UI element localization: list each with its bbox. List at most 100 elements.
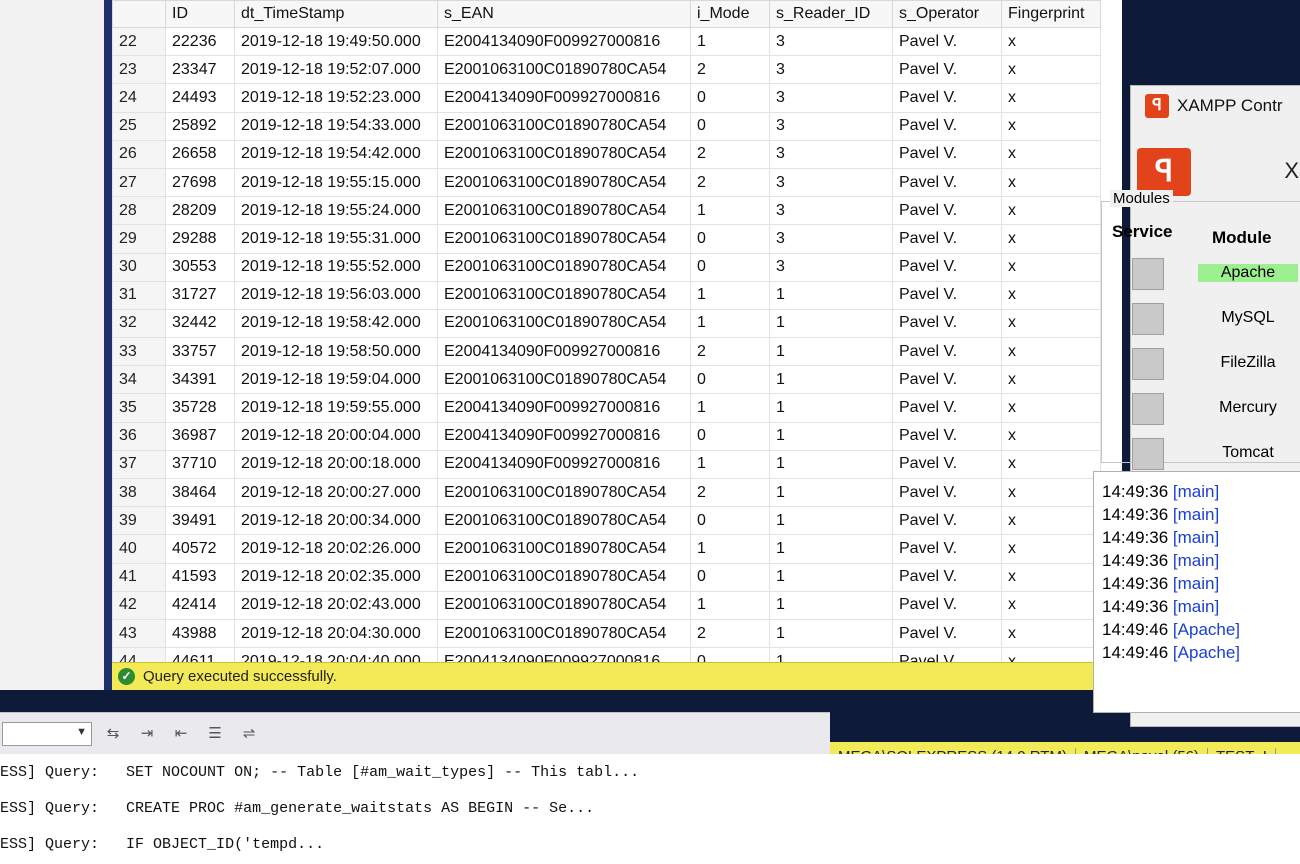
- cell-fingerprint[interactable]: x: [1001, 477, 1101, 508]
- cell-mode[interactable]: 1: [690, 280, 770, 310]
- cell-id[interactable]: 31727: [165, 280, 235, 310]
- cell-operator[interactable]: Pavel V.: [892, 449, 1002, 480]
- cell-reader[interactable]: 3: [769, 111, 893, 141]
- cell-reader[interactable]: 3: [769, 167, 893, 198]
- table-row[interactable]: 22 22236 2019-12-18 19:49:50.000 E200413409…: [112, 26, 1101, 57]
- cell-mode[interactable]: 2: [690, 337, 770, 367]
- cell-timestamp[interactable]: 2019-12-18 19:54:33.000: [234, 111, 438, 141]
- cell-mode[interactable]: 0: [690, 83, 770, 113]
- toolbar-dropdown[interactable]: ▼: [2, 722, 92, 746]
- cell-operator[interactable]: Pavel V.: [892, 534, 1002, 564]
- cell-fingerprint[interactable]: x: [1001, 534, 1101, 564]
- table-row[interactable]: 37 37710 2019-12-18 20:00:18.000 E200413409…: [112, 449, 1101, 480]
- cell-ean[interactable]: E2001063100C01890780CA54: [437, 224, 691, 254]
- cell-timestamp[interactable]: 2019-12-18 19:58:50.000: [234, 337, 438, 367]
- cell-ean[interactable]: E2004134090F009927000816: [437, 647, 691, 662]
- cell-mode[interactable]: 1: [690, 308, 770, 339]
- cell-id[interactable]: 37710: [165, 449, 235, 480]
- cell-timestamp[interactable]: 2019-12-18 19:55:24.000: [234, 196, 438, 226]
- cell-reader[interactable]: 3: [769, 139, 893, 169]
- table-row[interactable]: 33 33757 2019-12-18 19:58:50.000 E200413409…: [112, 337, 1101, 367]
- cell-rownum[interactable]: 36: [112, 421, 166, 451]
- cell-rownum[interactable]: 26: [112, 139, 166, 169]
- cell-ean[interactable]: E2001063100C01890780CA54: [437, 534, 691, 564]
- cell-fingerprint[interactable]: x: [1001, 167, 1101, 198]
- cell-timestamp[interactable]: 2019-12-18 20:00:34.000: [234, 506, 438, 536]
- cell-fingerprint[interactable]: x: [1001, 421, 1101, 451]
- cell-reader[interactable]: 3: [769, 252, 893, 282]
- table-row[interactable]: 30 30553 2019-12-18 19:55:52.000 E200106310…: [112, 252, 1101, 282]
- cell-fingerprint[interactable]: x: [1001, 337, 1101, 367]
- cell-mode[interactable]: 2: [690, 618, 770, 649]
- cell-mode[interactable]: 0: [690, 421, 770, 451]
- cell-id[interactable]: 39491: [165, 506, 235, 536]
- table-row[interactable]: 28 28209 2019-12-18 19:55:24.000 E200106310…: [112, 196, 1101, 226]
- cell-rownum[interactable]: 37: [112, 449, 166, 480]
- cell-operator[interactable]: Pavel V.: [892, 506, 1002, 536]
- cell-reader[interactable]: 1: [769, 421, 893, 451]
- cell-timestamp[interactable]: 2019-12-18 19:52:07.000: [234, 55, 438, 85]
- cell-rownum[interactable]: 35: [112, 393, 166, 423]
- cell-operator[interactable]: Pavel V.: [892, 562, 1002, 592]
- cell-timestamp[interactable]: 2019-12-18 19:52:23.000: [234, 83, 438, 113]
- cell-ean[interactable]: E2004134090F009927000816: [437, 337, 691, 367]
- cell-reader[interactable]: 1: [769, 647, 893, 662]
- cell-fingerprint[interactable]: x: [1001, 111, 1101, 141]
- cell-timestamp[interactable]: 2019-12-18 19:59:04.000: [234, 365, 438, 395]
- header-reader-id[interactable]: s_Reader_ID: [769, 0, 893, 28]
- cell-reader[interactable]: 3: [769, 83, 893, 113]
- cell-rownum[interactable]: 22: [112, 26, 166, 57]
- cell-reader[interactable]: 1: [769, 449, 893, 480]
- cell-timestamp[interactable]: 2019-12-18 20:00:27.000: [234, 477, 438, 508]
- cell-id[interactable]: 29288: [165, 224, 235, 254]
- cell-id[interactable]: 30553: [165, 252, 235, 282]
- cell-mode[interactable]: 0: [690, 365, 770, 395]
- cell-fingerprint[interactable]: x: [1001, 618, 1101, 649]
- cell-ean[interactable]: E2001063100C01890780CA54: [437, 562, 691, 592]
- cell-rownum[interactable]: 25: [112, 111, 166, 141]
- cell-id[interactable]: 34391: [165, 365, 235, 395]
- cell-fingerprint[interactable]: x: [1001, 308, 1101, 339]
- table-row[interactable]: 25 25892 2019-12-18 19:54:33.000 E200106310…: [112, 111, 1101, 141]
- table-row[interactable]: 40 40572 2019-12-18 20:02:26.000 E200106310…: [112, 534, 1101, 564]
- cell-ean[interactable]: E2004134090F009927000816: [437, 421, 691, 451]
- table-row[interactable]: 44 44611 2019-12-18 20:04:40.000 E200413409…: [112, 647, 1101, 662]
- table-row[interactable]: 26 26658 2019-12-18 19:54:42.000 E200106310…: [112, 139, 1101, 169]
- cell-mode[interactable]: 0: [690, 647, 770, 662]
- table-row[interactable]: 31 31727 2019-12-18 19:56:03.000 E200106310…: [112, 280, 1101, 310]
- cell-reader[interactable]: 1: [769, 280, 893, 310]
- cell-id[interactable]: 23347: [165, 55, 235, 85]
- cell-rownum[interactable]: 29: [112, 224, 166, 254]
- cell-timestamp[interactable]: 2019-12-18 19:56:03.000: [234, 280, 438, 310]
- cell-ean[interactable]: E2001063100C01890780CA54: [437, 590, 691, 620]
- header-ean[interactable]: s_EAN: [437, 0, 691, 28]
- cell-id[interactable]: 24493: [165, 83, 235, 113]
- indent-icon[interactable]: ⇥: [134, 722, 160, 746]
- table-row[interactable]: 27 27698 2019-12-18 19:55:15.000 E200106310…: [112, 167, 1101, 198]
- cell-mode[interactable]: 0: [690, 111, 770, 141]
- cell-mode[interactable]: 1: [690, 26, 770, 57]
- cell-reader[interactable]: 3: [769, 26, 893, 57]
- cell-fingerprint[interactable]: x: [1001, 506, 1101, 536]
- service-checkbox[interactable]: [1132, 303, 1164, 335]
- cell-timestamp[interactable]: 2019-12-18 20:02:35.000: [234, 562, 438, 592]
- close-icon[interactable]: X: [1284, 158, 1299, 184]
- cell-ean[interactable]: E2004134090F009927000816: [437, 26, 691, 57]
- cell-fingerprint[interactable]: x: [1001, 393, 1101, 423]
- cell-ean[interactable]: E2001063100C01890780CA54: [437, 139, 691, 169]
- cell-id[interactable]: 38464: [165, 477, 235, 508]
- cell-timestamp[interactable]: 2019-12-18 20:02:43.000: [234, 590, 438, 620]
- header-fingerprint[interactable]: Fingerprint: [1001, 0, 1101, 28]
- header-id[interactable]: ID: [165, 0, 235, 28]
- cell-timestamp[interactable]: 2019-12-18 20:02:26.000: [234, 534, 438, 564]
- cell-reader[interactable]: 3: [769, 55, 893, 85]
- cell-ean[interactable]: E2001063100C01890780CA54: [437, 55, 691, 85]
- cell-rownum[interactable]: 43: [112, 618, 166, 649]
- cell-operator[interactable]: Pavel V.: [892, 477, 1002, 508]
- cell-ean[interactable]: E2001063100C01890780CA54: [437, 196, 691, 226]
- table-row[interactable]: 32 32442 2019-12-18 19:58:42.000 E200106310…: [112, 308, 1101, 339]
- cell-timestamp[interactable]: 2019-12-18 19:59:55.000: [234, 393, 438, 423]
- cell-ean[interactable]: E2004134090F009927000816: [437, 393, 691, 423]
- cell-id[interactable]: 28209: [165, 196, 235, 226]
- header-operator[interactable]: s_Operator: [892, 0, 1002, 28]
